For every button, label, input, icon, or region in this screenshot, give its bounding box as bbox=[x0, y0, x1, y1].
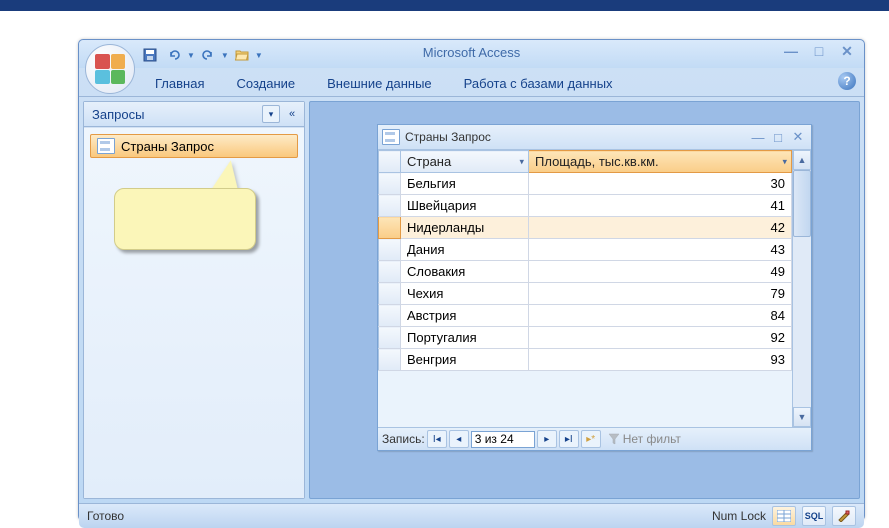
status-text: Готово bbox=[87, 509, 124, 523]
table-row[interactable]: Дания43 bbox=[379, 239, 792, 261]
row-selector[interactable] bbox=[379, 195, 401, 217]
design-view-icon[interactable] bbox=[832, 506, 856, 526]
column-header-country[interactable]: Страна ▾ bbox=[401, 151, 529, 173]
nav-collapse-icon[interactable]: « bbox=[284, 106, 300, 122]
tab-create[interactable]: Создание bbox=[222, 72, 309, 96]
scroll-thumb[interactable] bbox=[793, 170, 811, 237]
maximize-icon[interactable]: □ bbox=[808, 42, 830, 60]
row-selector[interactable] bbox=[379, 327, 401, 349]
cell-area[interactable]: 84 bbox=[529, 305, 792, 327]
query-icon bbox=[97, 138, 115, 154]
status-bar: Готово Num Lock SQL bbox=[79, 503, 864, 528]
table-row[interactable]: Чехия79 bbox=[379, 283, 792, 305]
app-window: ▼ ▼ ▼ Microsoft Access — □ ✕ Главная Соз… bbox=[78, 39, 865, 521]
scroll-track[interactable] bbox=[793, 170, 811, 407]
scroll-down-icon[interactable]: ▼ bbox=[793, 407, 811, 427]
redo-icon[interactable] bbox=[197, 44, 219, 66]
cell-area[interactable]: 41 bbox=[529, 195, 792, 217]
save-icon[interactable] bbox=[139, 44, 161, 66]
cell-country[interactable]: Австрия bbox=[401, 305, 529, 327]
record-navigation-bar: Запись: І◂ ◂ ▸ ▸І ▸* Нет фильт bbox=[378, 427, 811, 450]
cell-area[interactable]: 93 bbox=[529, 349, 792, 371]
tab-external-data[interactable]: Внешние данные bbox=[313, 72, 446, 96]
datasheet-window: Страны Запрос — □ ✕ bbox=[377, 124, 812, 451]
nav-item-query[interactable]: Страны Запрос bbox=[90, 134, 298, 158]
filter-status: Нет фильт bbox=[623, 432, 681, 446]
close-icon[interactable]: ✕ bbox=[836, 42, 858, 60]
navigation-pane: Запросы ▾ « Страны Запрос bbox=[83, 101, 305, 499]
cell-area[interactable]: 49 bbox=[529, 261, 792, 283]
select-all-cell[interactable] bbox=[379, 151, 401, 173]
row-selector[interactable] bbox=[379, 305, 401, 327]
filter-icon bbox=[607, 432, 621, 446]
record-label: Запись: bbox=[382, 432, 425, 446]
cell-country[interactable]: Венгрия bbox=[401, 349, 529, 371]
cell-area[interactable]: 30 bbox=[529, 173, 792, 195]
tab-home[interactable]: Главная bbox=[141, 72, 218, 96]
chevron-down-icon[interactable]: ▾ bbox=[782, 156, 787, 167]
datasheet-table[interactable]: Страна ▾ Площадь, тыс.кв.км. ▾ Бельги bbox=[378, 150, 792, 371]
cell-country[interactable]: Дания bbox=[401, 239, 529, 261]
record-position-input[interactable] bbox=[471, 431, 535, 448]
scroll-up-icon[interactable]: ▲ bbox=[793, 150, 811, 170]
nav-pane-title: Запросы bbox=[92, 107, 144, 122]
sql-view-icon[interactable]: SQL bbox=[802, 506, 826, 526]
minimize-icon[interactable]: — bbox=[780, 42, 802, 60]
quick-access-toolbar: ▼ ▼ ▼ bbox=[139, 44, 263, 66]
next-record-icon[interactable]: ▸ bbox=[537, 430, 557, 448]
child-window-title: Страны Запрос bbox=[405, 130, 491, 144]
row-selector[interactable] bbox=[379, 173, 401, 195]
table-row[interactable]: Нидерланды42 bbox=[379, 217, 792, 239]
cell-area[interactable]: 92 bbox=[529, 327, 792, 349]
table-row[interactable]: Бельгия30 bbox=[379, 173, 792, 195]
undo-icon[interactable] bbox=[163, 44, 185, 66]
nav-item-label: Страны Запрос bbox=[121, 139, 214, 154]
first-record-icon[interactable]: І◂ bbox=[427, 430, 447, 448]
vertical-scrollbar[interactable]: ▲ ▼ bbox=[792, 150, 811, 427]
table-row[interactable]: Венгрия93 bbox=[379, 349, 792, 371]
new-record-icon[interactable]: ▸* bbox=[581, 430, 601, 448]
cell-area[interactable]: 43 bbox=[529, 239, 792, 261]
chevron-down-icon[interactable]: ▾ bbox=[519, 156, 524, 167]
child-titlebar: Страны Запрос — □ ✕ bbox=[378, 125, 811, 150]
titlebar: ▼ ▼ ▼ Microsoft Access — □ ✕ bbox=[79, 40, 864, 68]
query-icon bbox=[382, 129, 400, 145]
ribbon-tabs: Главная Создание Внешние данные Работа с… bbox=[79, 68, 864, 97]
row-selector[interactable] bbox=[379, 217, 401, 239]
child-minimize-icon[interactable]: — bbox=[749, 129, 767, 145]
table-row[interactable]: Швейцария41 bbox=[379, 195, 792, 217]
cell-country[interactable]: Португалия bbox=[401, 327, 529, 349]
prev-record-icon[interactable]: ◂ bbox=[449, 430, 469, 448]
last-record-icon[interactable]: ▸І bbox=[559, 430, 579, 448]
nav-pane-header[interactable]: Запросы ▾ « bbox=[84, 102, 304, 127]
open-folder-icon[interactable] bbox=[231, 44, 253, 66]
row-selector[interactable] bbox=[379, 349, 401, 371]
child-maximize-icon[interactable]: □ bbox=[769, 129, 787, 145]
tab-database-tools[interactable]: Работа с базами данных bbox=[450, 72, 627, 96]
cell-country[interactable]: Чехия bbox=[401, 283, 529, 305]
table-row[interactable]: Австрия84 bbox=[379, 305, 792, 327]
cell-area[interactable]: 42 bbox=[529, 217, 792, 239]
table-row[interactable]: Словакия49 bbox=[379, 261, 792, 283]
column-header-area[interactable]: Площадь, тыс.кв.км. ▾ bbox=[529, 151, 792, 173]
callout-box bbox=[114, 188, 256, 250]
datasheet-view-icon[interactable] bbox=[772, 506, 796, 526]
row-selector[interactable] bbox=[379, 239, 401, 261]
nav-dropdown-icon[interactable]: ▾ bbox=[262, 105, 280, 123]
row-selector[interactable] bbox=[379, 261, 401, 283]
table-row[interactable]: Португалия92 bbox=[379, 327, 792, 349]
cell-country[interactable]: Бельгия bbox=[401, 173, 529, 195]
cell-country[interactable]: Нидерланды bbox=[401, 217, 529, 239]
cell-area[interactable]: 79 bbox=[529, 283, 792, 305]
help-icon[interactable]: ? bbox=[838, 72, 856, 90]
row-selector[interactable] bbox=[379, 283, 401, 305]
mdi-client-area: Страны Запрос — □ ✕ bbox=[309, 101, 860, 499]
page-top-border bbox=[0, 0, 889, 11]
office-button[interactable] bbox=[85, 44, 135, 94]
numlock-indicator: Num Lock bbox=[712, 509, 766, 523]
cell-country[interactable]: Швейцария bbox=[401, 195, 529, 217]
cell-country[interactable]: Словакия bbox=[401, 261, 529, 283]
child-close-icon[interactable]: ✕ bbox=[789, 129, 807, 145]
